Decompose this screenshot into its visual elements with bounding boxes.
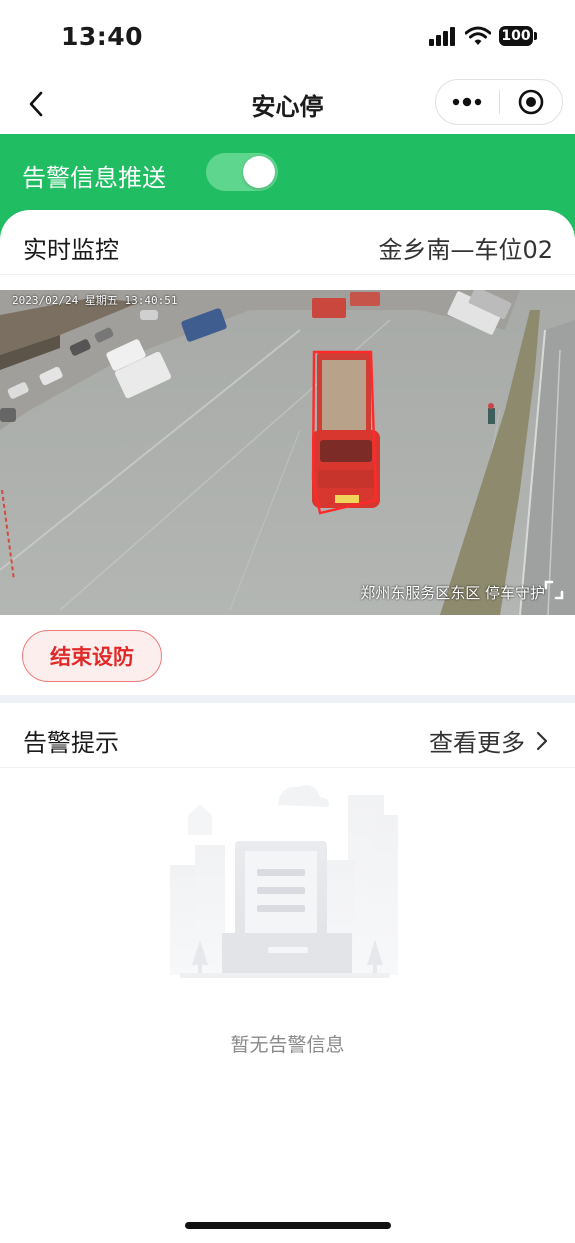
miniprogram-capsule (435, 79, 563, 125)
close-miniprogram-button[interactable] (500, 80, 563, 124)
status-bar: 13:40 100 (0, 0, 575, 76)
alerts-header: 告警提示 查看更多 (0, 703, 575, 768)
more-button[interactable] (436, 80, 499, 124)
nav-bar: 安心停 (0, 76, 575, 134)
camera-feed[interactable]: 2023/02/24 星期五 13:40:51 郑州东服务区东区 停车守护 (0, 290, 575, 615)
more-dots-icon (453, 97, 482, 107)
home-indicator (185, 1222, 391, 1229)
see-more-label: 查看更多 (429, 729, 525, 757)
empty-state-illustration (170, 785, 398, 978)
status-time: 13:40 (61, 22, 144, 51)
monitor-title: 实时监控 (23, 236, 119, 264)
fullscreen-icon (544, 580, 564, 600)
chevron-right-icon (536, 731, 548, 750)
alerts-title: 告警提示 (23, 729, 119, 757)
camera-scene-image (0, 290, 575, 615)
battery-icon: 100 (499, 26, 537, 46)
signal-icon (429, 27, 455, 46)
camera-watermark: 郑州东服务区东区 停车守护 (360, 584, 545, 602)
alert-push-label: 告警信息推送 (22, 164, 166, 192)
camera-timestamp: 2023/02/24 星期五 13:40:51 (12, 294, 178, 307)
monitor-card: 实时监控 金乡南—车位02 2023/02/24 星期五 13:40:51 郑州… (0, 210, 575, 700)
fullscreen-button[interactable] (543, 579, 565, 601)
battery-level: 100 (499, 26, 533, 46)
parking-slot-name: 金乡南—车位02 (378, 236, 553, 264)
empty-state-text: 暂无告警信息 (230, 1034, 345, 1056)
status-icons: 100 (429, 26, 537, 46)
see-more-link[interactable]: 查看更多 (429, 723, 549, 758)
toggle-knob (243, 156, 275, 188)
end-defense-button[interactable]: 结束设防 (22, 630, 162, 682)
wifi-icon (465, 26, 491, 45)
section-divider (0, 695, 575, 703)
alert-push-toggle[interactable] (206, 153, 278, 191)
target-circle-icon (518, 89, 544, 115)
